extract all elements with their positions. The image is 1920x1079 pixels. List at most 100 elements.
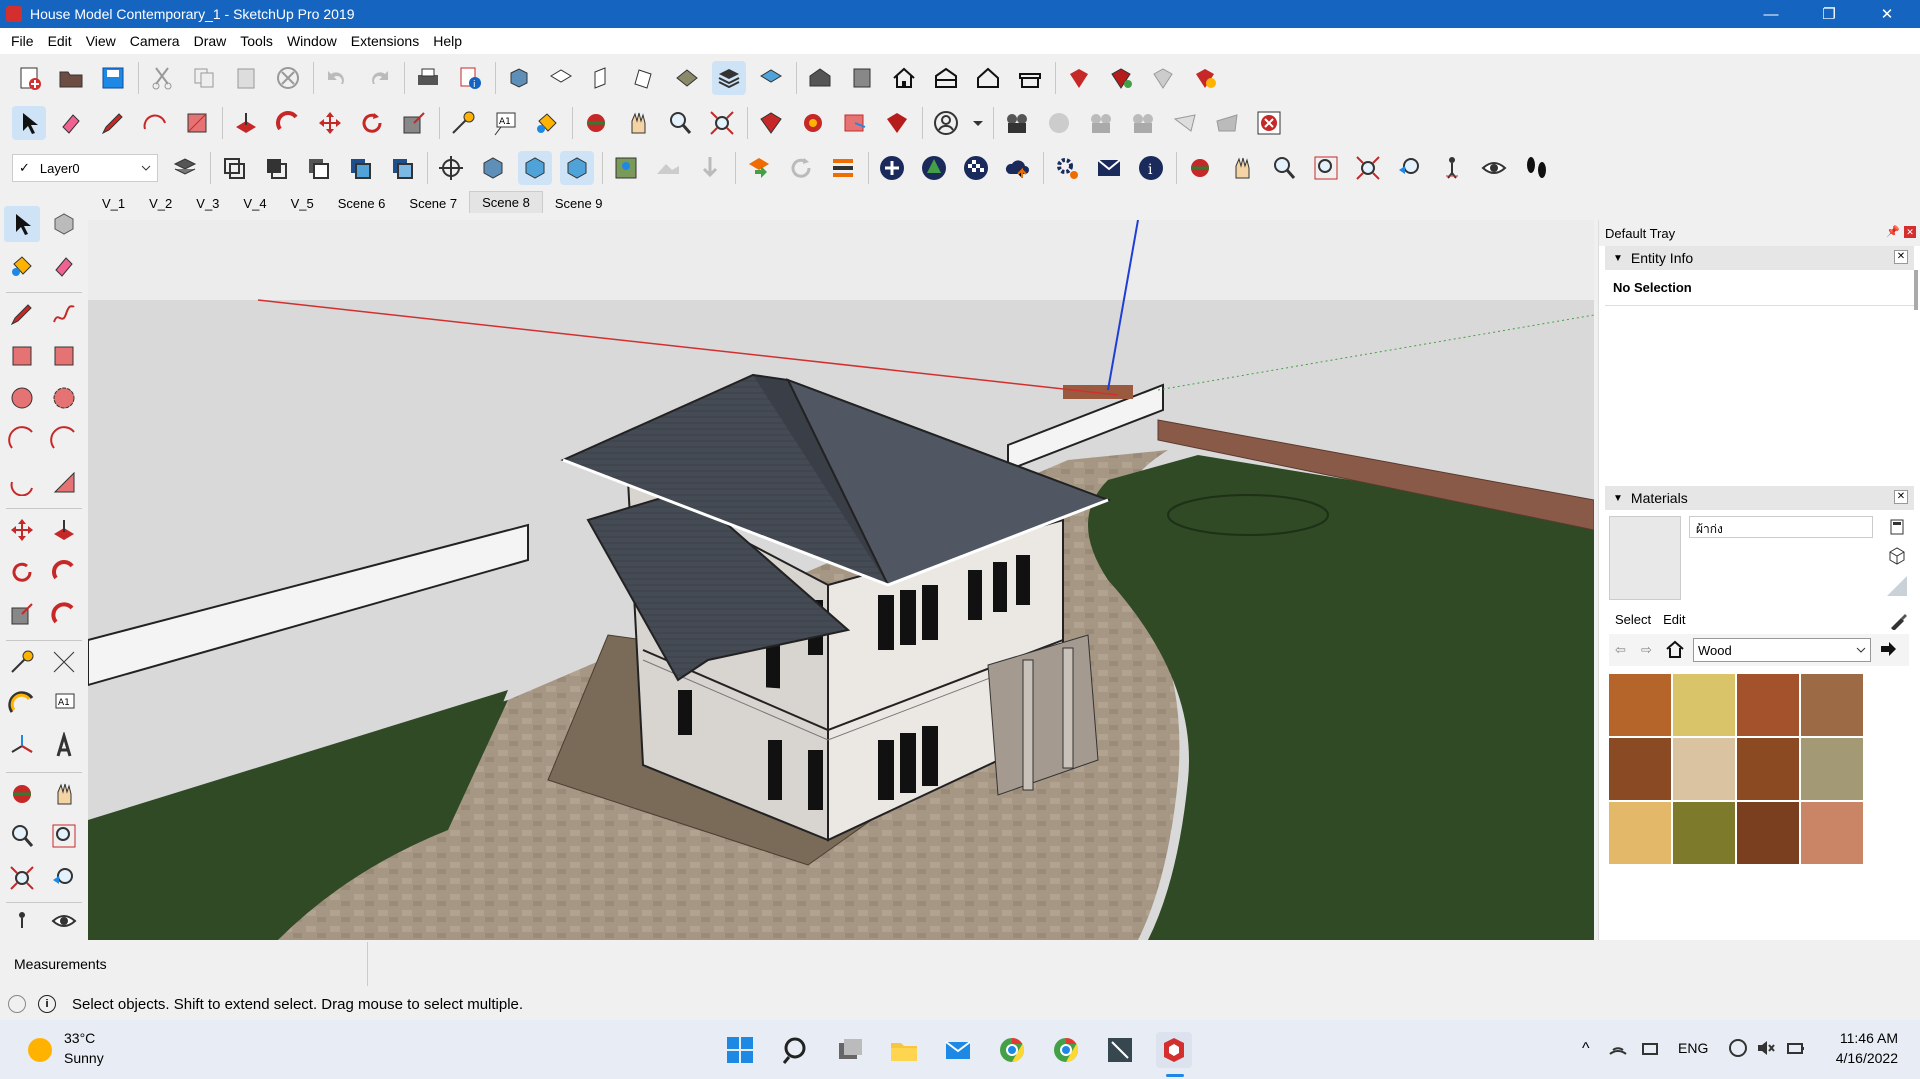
- layer-dropdown[interactable]: ✓ Layer0: [12, 154, 158, 182]
- 3d-viewport[interactable]: [88, 220, 1594, 940]
- search-icon[interactable]: [778, 1032, 814, 1068]
- position-camera-icon[interactable]: [4, 904, 40, 938]
- new-file-icon[interactable]: [12, 61, 46, 95]
- look-around-icon[interactable]: [46, 904, 82, 938]
- chevron-down-icon[interactable]: [971, 106, 985, 140]
- 3d-text-icon[interactable]: [46, 728, 82, 764]
- scale-tool-icon[interactable]: [4, 596, 40, 632]
- plugin-tool-2-icon[interactable]: [796, 106, 830, 140]
- menu-draw[interactable]: Draw: [187, 33, 234, 49]
- battery-icon[interactable]: [1786, 1038, 1806, 1058]
- orbit-tool-icon[interactable]: [579, 106, 613, 140]
- chevron-up-icon[interactable]: ^: [1582, 1040, 1590, 1058]
- photo-textures-icon[interactable]: [693, 151, 727, 185]
- orbit-small-icon[interactable]: [1183, 151, 1217, 185]
- forward-arrow-icon[interactable]: ⇨: [1641, 642, 1661, 658]
- printer-icon[interactable]: [1640, 1038, 1660, 1058]
- account-icon[interactable]: [929, 106, 963, 140]
- chrome-icon-2[interactable]: [1048, 1032, 1084, 1068]
- rotate-tool-icon[interactable]: [355, 106, 389, 140]
- plugin-tool-4-icon[interactable]: [880, 106, 914, 140]
- redo-icon[interactable]: [362, 61, 396, 95]
- ruby-tool-3-icon[interactable]: [1146, 61, 1180, 95]
- mail-app-icon[interactable]: [940, 1032, 976, 1068]
- scene-tab[interactable]: V_3: [184, 193, 231, 215]
- menu-tools[interactable]: Tools: [233, 33, 280, 49]
- language-indicator[interactable]: ENG: [1678, 1040, 1708, 1056]
- measurements-box[interactable]: Measurements: [0, 942, 368, 986]
- text-tool-icon[interactable]: A1: [488, 106, 522, 140]
- globe-icon[interactable]: [1728, 1038, 1748, 1058]
- plugin-list-icon[interactable]: [826, 151, 860, 185]
- zoom-window-icon[interactable]: [46, 818, 82, 854]
- scene-tab[interactable]: Scene 6: [326, 193, 398, 215]
- menu-extensions[interactable]: Extensions: [344, 33, 426, 49]
- pin-icon[interactable]: 📌: [1886, 225, 1900, 238]
- extension-warehouse-icon[interactable]: [1013, 61, 1047, 95]
- cut-icon[interactable]: [145, 61, 179, 95]
- tray-close-icon[interactable]: ✕: [1904, 226, 1916, 238]
- two-point-arc-icon[interactable]: [46, 422, 82, 458]
- scrollbar[interactable]: [1914, 270, 1918, 310]
- monochrome-icon[interactable]: [754, 61, 788, 95]
- zoom-tool-icon[interactable]: [4, 818, 40, 854]
- show-terrain-icon[interactable]: [651, 151, 685, 185]
- select-tool-icon[interactable]: [4, 206, 40, 242]
- follow-me-icon[interactable]: [46, 554, 82, 590]
- zoom-extents-icon[interactable]: [705, 106, 739, 140]
- zoom-extents-small-icon[interactable]: [1351, 151, 1385, 185]
- scene-tab[interactable]: V_4: [231, 193, 278, 215]
- move-tool-icon[interactable]: [313, 106, 347, 140]
- create-material-icon[interactable]: [1887, 546, 1907, 566]
- material-swatch[interactable]: [1609, 674, 1671, 736]
- collection-dropdown[interactable]: Wood: [1693, 638, 1871, 662]
- material-swatch[interactable]: [1609, 802, 1671, 864]
- details-arrow-icon[interactable]: [1879, 640, 1897, 661]
- plugin-tool-1-icon[interactable]: [754, 106, 788, 140]
- camera-tool-6-icon[interactable]: [1210, 106, 1244, 140]
- textured-style-icon[interactable]: [385, 151, 419, 185]
- tab-select[interactable]: Select: [1609, 610, 1658, 632]
- material-swatch[interactable]: [1673, 802, 1735, 864]
- previous-view-icon[interactable]: [46, 860, 82, 896]
- model-info-icon[interactable]: i: [453, 61, 487, 95]
- settings-gear-icon[interactable]: [1050, 151, 1084, 185]
- text-tool-icon[interactable]: A1: [46, 686, 82, 722]
- panel-close-icon[interactable]: ✕: [1894, 490, 1908, 504]
- shaded-texture-icon[interactable]: [712, 61, 746, 95]
- material-swatch[interactable]: [1737, 802, 1799, 864]
- material-swatch[interactable]: [1609, 738, 1671, 800]
- iso-cube-icon[interactable]: [476, 151, 510, 185]
- close-button[interactable]: ✕: [1858, 0, 1916, 28]
- select-tool-icon[interactable]: [12, 106, 46, 140]
- print-icon[interactable]: [411, 61, 445, 95]
- circle-tool-icon[interactable]: [4, 380, 40, 416]
- chrome-icon[interactable]: [994, 1032, 1030, 1068]
- scale-tool-icon[interactable]: [397, 106, 431, 140]
- task-view-icon[interactable]: [832, 1032, 868, 1068]
- camera-tool-2-icon[interactable]: [1042, 106, 1076, 140]
- two-point-icon[interactable]: [560, 151, 594, 185]
- orbit-tool-icon[interactable]: [4, 776, 40, 812]
- display-secondary-icon[interactable]: [1889, 518, 1905, 536]
- rectangle-tool-icon[interactable]: [4, 338, 40, 374]
- section-plane-icon[interactable]: [845, 61, 879, 95]
- warehouse-share-icon[interactable]: [929, 61, 963, 95]
- tab-edit[interactable]: Edit: [1657, 610, 1691, 632]
- ruby-tool-2-icon[interactable]: [1104, 61, 1138, 95]
- sketchup-taskbar-icon[interactable]: [1156, 1032, 1192, 1068]
- pie-tool-icon[interactable]: [46, 464, 82, 500]
- restore-button[interactable]: ❐: [1800, 0, 1858, 28]
- axes-tool-icon[interactable]: [4, 728, 40, 764]
- camera-tool-4-icon[interactable]: [1126, 106, 1160, 140]
- paint-bucket-icon[interactable]: [4, 248, 40, 284]
- entity-info-header[interactable]: ▼ Entity Info ✕: [1605, 246, 1914, 270]
- iso-view-icon[interactable]: [502, 61, 536, 95]
- right-view-icon[interactable]: [628, 61, 662, 95]
- shaded-style-icon[interactable]: [343, 151, 377, 185]
- panel-close-icon[interactable]: ✕: [1894, 250, 1908, 264]
- zoom-extents-icon[interactable]: [4, 860, 40, 896]
- home-outline-icon[interactable]: [971, 61, 1005, 95]
- plugin-export-icon[interactable]: [742, 151, 776, 185]
- scene-tab[interactable]: Scene 9: [543, 193, 615, 215]
